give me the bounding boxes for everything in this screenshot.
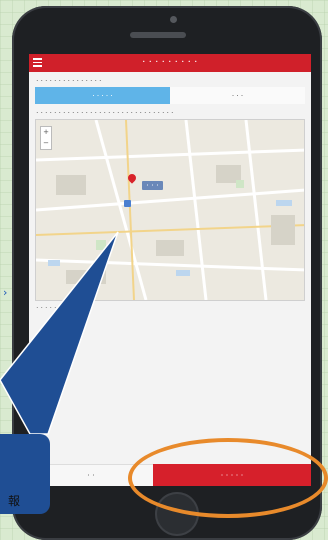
callout-text: 報 <box>8 494 21 508</box>
highlight-ring <box>128 438 328 518</box>
